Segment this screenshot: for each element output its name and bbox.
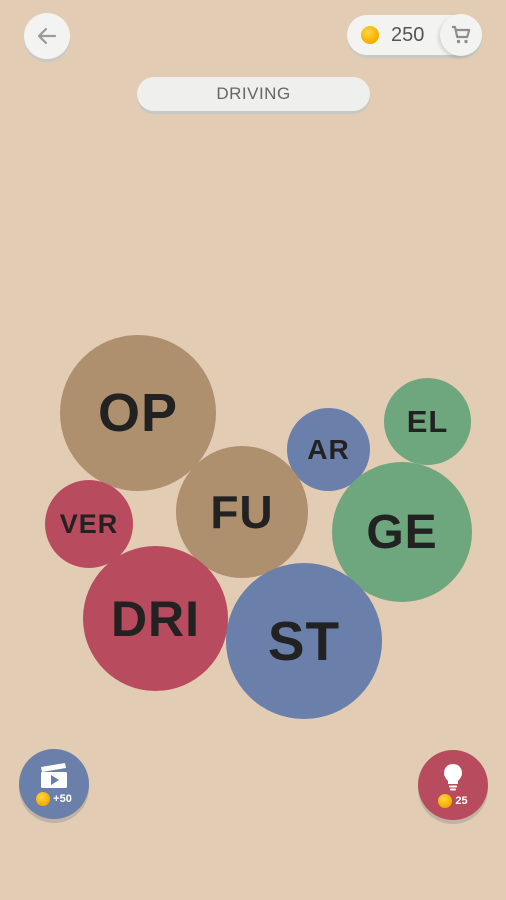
coin-count: 250 <box>391 24 425 46</box>
shop-button[interactable] <box>440 14 482 56</box>
coin-icon <box>36 792 51 806</box>
hint-cost-amount: 25 <box>455 795 468 807</box>
letter-bubble[interactable]: DRI <box>83 546 228 691</box>
cart-icon <box>452 25 471 44</box>
hint-button[interactable]: 25 <box>418 750 488 820</box>
arrow-left-icon <box>37 27 57 45</box>
coin-balance: 250 <box>347 14 482 56</box>
coin-icon <box>438 794 453 808</box>
video-reward-amount: +50 <box>53 793 72 805</box>
coin-icon <box>361 26 379 44</box>
clapperboard-icon <box>41 763 67 788</box>
category-label: DRIVING <box>137 77 370 111</box>
letter-bubble[interactable]: ST <box>226 563 382 719</box>
back-button[interactable] <box>24 13 70 59</box>
lightbulb-icon <box>444 764 462 791</box>
hint-cost: 25 <box>438 794 468 808</box>
video-reward: +50 <box>36 792 72 806</box>
watch-video-button[interactable]: +50 <box>19 749 89 819</box>
letter-bubble[interactable]: EL <box>384 378 471 465</box>
